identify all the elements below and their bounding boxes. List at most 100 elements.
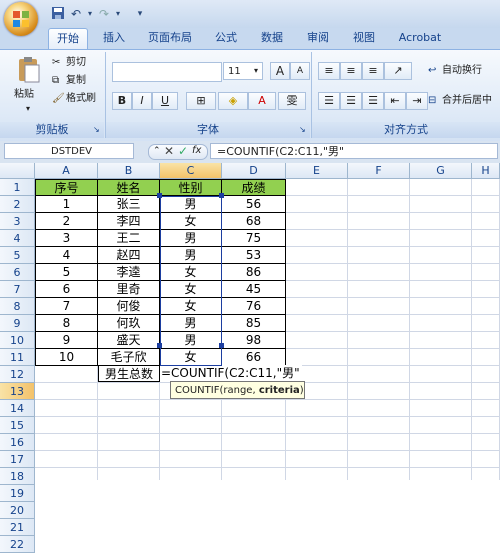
data-cell[interactable]: 75	[222, 230, 286, 247]
wrap-text-button[interactable]: 自动换行	[442, 64, 482, 78]
data-cell[interactable]: 76	[222, 298, 286, 315]
column-header-d[interactable]: D	[222, 163, 286, 179]
paste-icon[interactable]	[16, 56, 42, 84]
data-cell[interactable]: 赵四	[98, 247, 160, 264]
data-cell[interactable]: 4	[35, 247, 98, 264]
column-header-c[interactable]: C	[160, 163, 222, 179]
italic-button[interactable]: I	[132, 92, 152, 110]
data-cell[interactable]: 3	[35, 230, 98, 247]
row-header[interactable]: 17	[0, 451, 35, 468]
tab-page-layout[interactable]: 页面布局	[142, 28, 198, 48]
decrease-indent-icon[interactable]: ⇤	[384, 92, 406, 110]
clipboard-launcher-icon[interactable]: ↘	[93, 123, 100, 137]
tab-formulas[interactable]: 公式	[208, 28, 244, 48]
row-header[interactable]: 4	[0, 230, 35, 247]
tab-home[interactable]: 开始	[48, 28, 88, 49]
cut-icon[interactable]: ✂	[52, 56, 60, 70]
row-header[interactable]: 15	[0, 417, 35, 434]
row-header[interactable]: 2	[0, 196, 35, 213]
enter-icon[interactable]: ✓	[178, 144, 188, 158]
shrink-font-button[interactable]: A	[290, 62, 310, 80]
data-cell[interactable]: 45	[222, 281, 286, 298]
save-icon[interactable]	[50, 6, 66, 22]
data-cell[interactable]: 66	[222, 349, 286, 366]
range-handle[interactable]	[219, 343, 224, 348]
data-cell[interactable]: 53	[222, 247, 286, 264]
merge-center-button[interactable]: 合并后居中	[442, 94, 492, 108]
header-cell[interactable]: 姓名	[98, 179, 160, 196]
data-cell[interactable]: 86	[222, 264, 286, 281]
row-header[interactable]: 5	[0, 247, 35, 264]
column-header-a[interactable]: A	[35, 163, 98, 179]
data-cell[interactable]: 68	[222, 213, 286, 230]
range-handle[interactable]	[157, 343, 162, 348]
select-all-corner[interactable]	[0, 163, 35, 179]
cancel-icon[interactable]: ✕	[164, 144, 174, 158]
tab-acrobat[interactable]: Acrobat	[392, 28, 448, 48]
align-right-icon[interactable]: ☰	[362, 92, 384, 110]
column-header-h[interactable]: H	[472, 163, 500, 179]
wrap-text-icon[interactable]: ↩	[428, 64, 436, 78]
row-header[interactable]: 19	[0, 485, 35, 502]
borders-icon[interactable]: ⊞	[186, 92, 216, 110]
data-cell[interactable]: 98	[222, 332, 286, 349]
row-header[interactable]: 18	[0, 468, 35, 485]
row-header[interactable]: 3	[0, 213, 35, 230]
format-painter-button[interactable]: 格式刷	[66, 92, 96, 106]
align-bottom-icon[interactable]: ≡	[362, 62, 384, 80]
align-middle-icon[interactable]: ≡	[340, 62, 362, 80]
expand-icon[interactable]: ⌃	[153, 144, 161, 158]
range-handle[interactable]	[157, 193, 162, 198]
row-header[interactable]: 13	[0, 383, 35, 400]
row-header[interactable]: 9	[0, 315, 35, 332]
align-top-icon[interactable]: ≡	[318, 62, 340, 80]
label-cell-b13[interactable]: 男生总数	[98, 365, 160, 382]
column-header-e[interactable]: E	[286, 163, 348, 179]
header-cell[interactable]: 序号	[35, 179, 98, 196]
data-cell[interactable]: 7	[35, 298, 98, 315]
format-painter-icon[interactable]: 🖌	[52, 92, 65, 106]
grow-font-button[interactable]: A	[270, 62, 290, 80]
font-launcher-icon[interactable]: ↘	[299, 123, 306, 137]
cut-button[interactable]: 剪切	[66, 56, 86, 70]
align-center-icon[interactable]: ☰	[340, 92, 362, 110]
row-header[interactable]: 11	[0, 349, 35, 366]
row-header[interactable]: 20	[0, 502, 35, 519]
row-header[interactable]: 1	[0, 179, 35, 196]
row-header[interactable]: 14	[0, 400, 35, 417]
font-name-box[interactable]	[112, 62, 222, 82]
data-cell[interactable]: 盛天	[98, 332, 160, 349]
insert-function-button[interactable]: fx	[192, 144, 201, 158]
copy-button[interactable]: 复制	[66, 74, 86, 88]
row-header[interactable]: 21	[0, 519, 35, 536]
column-header-b[interactable]: B	[98, 163, 160, 179]
column-header-f[interactable]: F	[348, 163, 410, 179]
tab-review[interactable]: 审阅	[300, 28, 336, 48]
row-header[interactable]: 16	[0, 434, 35, 451]
data-cell[interactable]: 85	[222, 315, 286, 332]
data-cell[interactable]: 何玖	[98, 315, 160, 332]
row-header[interactable]: 12	[0, 366, 35, 383]
row-header[interactable]: 22	[0, 536, 35, 553]
copy-icon[interactable]: ⧉	[52, 74, 59, 88]
header-cell[interactable]: 性别	[160, 179, 222, 196]
name-box[interactable]: DSTDEV	[4, 143, 134, 159]
tab-view[interactable]: 视图	[346, 28, 382, 48]
data-cell[interactable]: 5	[35, 264, 98, 281]
data-cell[interactable]: 1	[35, 196, 98, 213]
increase-indent-icon[interactable]: ⇥	[406, 92, 428, 110]
tab-data[interactable]: 数据	[254, 28, 290, 48]
redo-dropdown-icon[interactable]: ▾	[110, 6, 126, 22]
row-header[interactable]: 7	[0, 281, 35, 298]
font-color-button[interactable]: A	[248, 92, 276, 110]
customize-quick-access-icon[interactable]: ▾	[132, 6, 148, 22]
underline-button[interactable]: U	[152, 92, 178, 110]
data-cell[interactable]: 56	[222, 196, 286, 213]
header-cell[interactable]: 成绩	[222, 179, 286, 196]
data-cell[interactable]: 何俊	[98, 298, 160, 315]
data-cell[interactable]: 6	[35, 281, 98, 298]
range-handle[interactable]	[219, 193, 224, 198]
data-cell[interactable]: 王二	[98, 230, 160, 247]
data-cell[interactable]: 9	[35, 332, 98, 349]
row-header[interactable]: 6	[0, 264, 35, 281]
